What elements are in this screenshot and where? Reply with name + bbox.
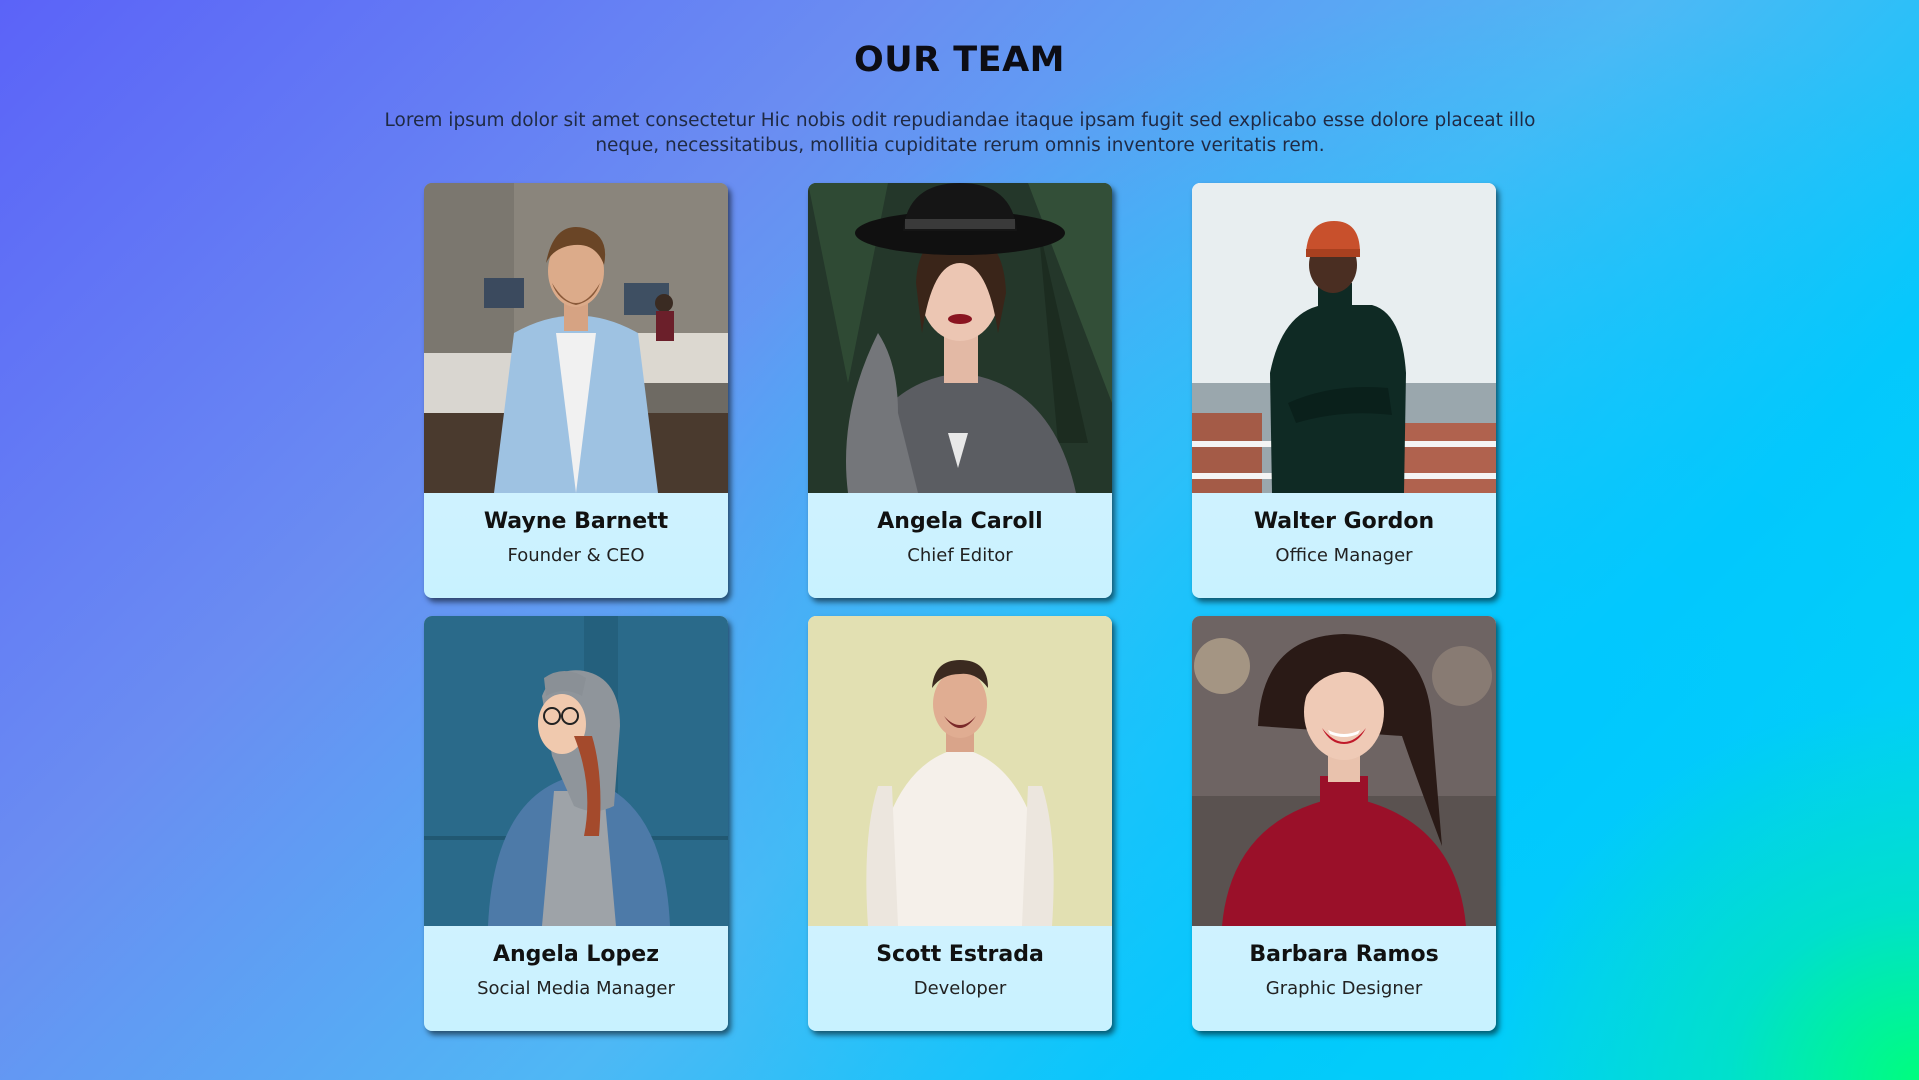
- team-card: Angela Caroll Chief Editor: [808, 183, 1112, 598]
- team-member-name: Angela Lopez: [492, 942, 659, 967]
- team-member-name: Wayne Barnett: [483, 509, 669, 534]
- team-member-name: Barbara Ramos: [1249, 942, 1439, 967]
- team-member-info: Scott Estrada Developer: [808, 926, 1112, 1031]
- page-title: OUR TEAM: [853, 40, 1065, 80]
- team-member-name: Angela Caroll: [877, 509, 1043, 534]
- team-member-photo: [1192, 616, 1496, 926]
- team-member-role: Chief Editor: [907, 545, 1013, 566]
- team-member-role: Developer: [913, 978, 1007, 999]
- team-member-role: Founder & CEO: [507, 545, 645, 566]
- page-subtitle: Lorem ipsum dolor sit amet consectetur H…: [384, 110, 1536, 156]
- team-card: Barbara Ramos Graphic Designer: [1192, 616, 1496, 1031]
- team-card: Angela Lopez Social Media Manager: [424, 616, 728, 1031]
- team-member-photo: [424, 616, 728, 926]
- team-member-info: Wayne Barnett Founder & CEO: [424, 493, 728, 598]
- team-member-info: Walter Gordon Office Manager: [1192, 493, 1496, 598]
- team-member-photo: [808, 183, 1112, 493]
- team-member-info: Angela Caroll Chief Editor: [808, 493, 1112, 598]
- team-member-info: Barbara Ramos Graphic Designer: [1192, 926, 1496, 1031]
- team-card: Walter Gordon Office Manager: [1192, 183, 1496, 598]
- team-card: Scott Estrada Developer: [808, 616, 1112, 1031]
- team-member-name: Walter Gordon: [1253, 509, 1435, 534]
- team-member-info: Angela Lopez Social Media Manager: [424, 926, 728, 1031]
- team-card: Wayne Barnett Founder & CEO: [424, 183, 728, 598]
- team-member-role: Social Media Manager: [477, 978, 675, 999]
- team-member-name: Scott Estrada: [876, 942, 1044, 967]
- team-member-photo: [808, 616, 1112, 926]
- team-member-role: Office Manager: [1275, 545, 1413, 566]
- team-member-photo: [1192, 183, 1496, 493]
- team-member-role: Graphic Designer: [1265, 978, 1423, 999]
- team-grid: Wayne Barnett Founder & CEO Angela Carol…: [424, 183, 1496, 1031]
- team-member-photo: [424, 183, 728, 493]
